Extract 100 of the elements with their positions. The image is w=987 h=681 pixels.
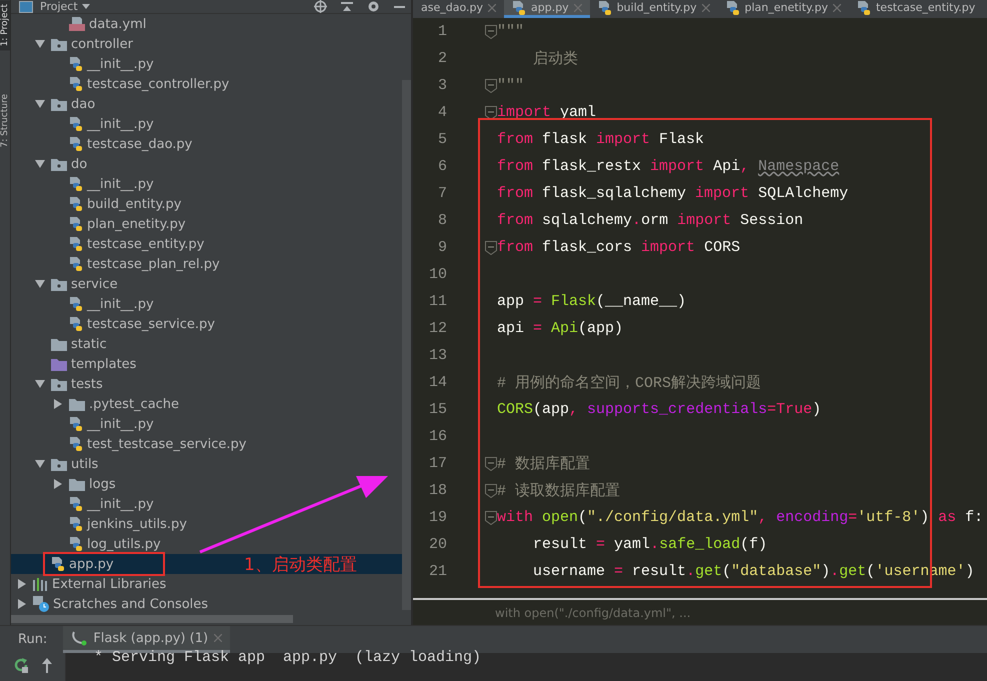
fold-icon[interactable] xyxy=(485,106,497,120)
tree-row[interactable]: testcase_controller.py xyxy=(11,74,230,94)
python-file-icon xyxy=(512,0,526,16)
tree-row[interactable]: __init__.py xyxy=(11,414,154,434)
tree-item-label: plan_enetity.py xyxy=(87,216,186,232)
tree-row[interactable]: __init__.py xyxy=(11,114,154,134)
collapsed-arrow-icon[interactable] xyxy=(53,479,63,489)
tree-row[interactable]: testcase_entity.py xyxy=(11,234,204,254)
fold-icon[interactable] xyxy=(485,510,497,524)
tree-row[interactable]: __init__.py xyxy=(11,54,154,74)
tree-item-label: __init__.py xyxy=(87,176,154,192)
tree-row[interactable]: dao xyxy=(11,94,96,114)
tree-item-label: __init__.py xyxy=(87,296,154,312)
tree-item-label: testcase_dao.py xyxy=(87,136,192,152)
editor-tab[interactable]: app.py xyxy=(504,0,590,18)
tree-item-label: __init__.py xyxy=(87,116,154,132)
editor-tab[interactable]: testcase_entity.py xyxy=(848,0,984,18)
tree-item-label: __init__.py xyxy=(87,496,154,512)
python-file-icon xyxy=(69,416,83,432)
tree-item-label: templates xyxy=(71,356,136,372)
tool-window-tab[interactable]: 7: Structure xyxy=(0,90,10,152)
vertical-scrollbar[interactable] xyxy=(402,80,411,610)
horizontal-scrollbar[interactable] xyxy=(11,615,293,623)
line-number: 16 xyxy=(428,428,447,445)
package-folder-icon xyxy=(51,38,67,50)
python-file-icon xyxy=(69,216,83,232)
editor-tab[interactable]: plan_enetity.py xyxy=(718,0,849,18)
settings-icon[interactable] xyxy=(367,0,380,13)
minimize-icon[interactable] xyxy=(394,6,405,8)
python-file-icon xyxy=(598,0,612,16)
tree-row[interactable]: testcase_service.py xyxy=(11,314,215,334)
fold-icon[interactable] xyxy=(485,456,497,470)
dropdown-caret-icon[interactable] xyxy=(82,4,90,9)
tree-row[interactable]: log_utils.py xyxy=(11,534,161,554)
expanded-arrow-icon[interactable] xyxy=(35,459,45,469)
tree-item-label: .pytest_cache xyxy=(89,396,180,412)
line-number: 6 xyxy=(436,158,447,175)
run-label: Run: xyxy=(18,632,48,647)
tool-window-tab[interactable]: 1: Project xyxy=(0,0,10,50)
tree-row[interactable]: build_entity.py xyxy=(11,194,182,214)
fold-icon[interactable] xyxy=(485,240,497,254)
tree-row[interactable]: static xyxy=(11,334,107,354)
tree-row[interactable]: testcase_plan_rel.py xyxy=(11,254,220,274)
tree-row[interactable]: External Libraries xyxy=(11,574,166,594)
tree-item-label: Scratches and Consoles xyxy=(53,596,208,612)
tree-row[interactable]: data.yml xyxy=(11,14,146,34)
line-number: 5 xyxy=(436,131,447,148)
tree-row[interactable]: do xyxy=(11,154,88,174)
tree-row[interactable]: testcase_dao.py xyxy=(11,134,192,154)
code-line: 启动类 xyxy=(532,49,578,68)
tree-row[interactable]: __init__.py xyxy=(11,494,154,514)
tree-row[interactable]: plan_enetity.py xyxy=(11,214,186,234)
fold-icon[interactable] xyxy=(485,78,497,92)
package-folder-icon xyxy=(51,158,67,170)
editor-tab[interactable]: build_entity.py xyxy=(590,0,718,18)
tree-item-label: app.py xyxy=(69,556,114,572)
fold-icon[interactable] xyxy=(485,24,497,38)
code-line: with open("./config/data.yml", encoding='utf-8') as f: xyxy=(497,509,984,526)
tree-row[interactable]: Scratches and Consoles xyxy=(11,594,208,614)
tree-row[interactable]: tests xyxy=(11,374,103,394)
rerun-icon[interactable] xyxy=(12,657,28,673)
tree-row[interactable]: utils xyxy=(11,454,98,474)
python-file-icon xyxy=(51,556,65,572)
collapsed-arrow-icon[interactable] xyxy=(17,599,27,609)
tree-row[interactable]: service xyxy=(11,274,118,294)
tree-row[interactable]: jenkins_utils.py xyxy=(11,514,187,534)
tree-item-label: tests xyxy=(71,376,103,392)
fold-icon[interactable] xyxy=(485,484,497,498)
tree-row[interactable]: __init__.py xyxy=(11,174,154,194)
locate-icon[interactable] xyxy=(314,0,327,13)
tree-row[interactable]: test_testcase_service.py xyxy=(11,434,246,454)
tree-row[interactable]: .pytest_cache xyxy=(11,394,180,414)
tree-row[interactable]: app.py xyxy=(11,554,114,574)
expanded-arrow-icon[interactable] xyxy=(35,39,45,49)
line-number: 1 xyxy=(436,23,447,40)
expanded-arrow-icon[interactable] xyxy=(35,99,45,109)
expanded-arrow-icon[interactable] xyxy=(35,379,45,389)
code-line: from flask_sqlalchemy import SQLAlchemy xyxy=(497,185,848,202)
code-line: CORS(app, supports_credentials=True) xyxy=(497,401,822,418)
line-number: 14 xyxy=(428,374,447,391)
tree-row[interactable]: logs xyxy=(11,474,116,494)
panel-title[interactable]: Project xyxy=(40,0,78,13)
tree-row[interactable]: templates xyxy=(11,354,136,374)
tree-item-label: testcase_entity.py xyxy=(87,236,204,252)
python-file-icon xyxy=(69,516,83,532)
collapsed-arrow-icon[interactable] xyxy=(17,579,27,589)
collapsed-arrow-icon[interactable] xyxy=(53,399,63,409)
tree-item-label: __init__.py xyxy=(87,416,154,432)
tree-row[interactable]: __init__.py xyxy=(11,294,154,314)
tree-item-label: data.yml xyxy=(89,16,146,32)
expanded-arrow-icon[interactable] xyxy=(35,159,45,169)
tree-row[interactable]: controller xyxy=(11,34,134,54)
up-arrow-icon[interactable] xyxy=(40,657,52,673)
expanded-arrow-icon[interactable] xyxy=(35,279,45,289)
editor-tab[interactable]: ase_dao.py xyxy=(413,0,504,18)
tree-item-label: log_utils.py xyxy=(87,536,161,552)
python-file-icon xyxy=(69,536,83,552)
collapse-all-icon[interactable] xyxy=(341,2,353,12)
code-line: """ xyxy=(497,23,524,40)
line-number: 3 xyxy=(436,77,447,94)
